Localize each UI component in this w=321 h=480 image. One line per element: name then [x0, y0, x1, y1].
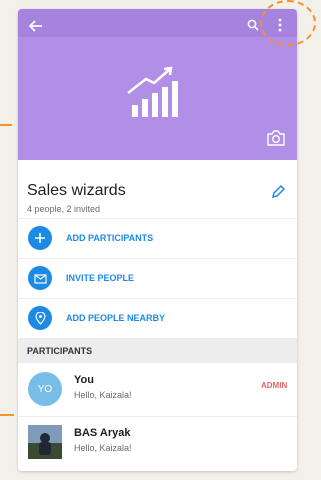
location-pin-icon	[28, 306, 52, 330]
admin-badge: ADMIN	[261, 381, 288, 390]
group-header	[18, 9, 297, 160]
annotation-tick-left-top	[0, 124, 12, 126]
participant-name: BAS Aryak	[74, 427, 131, 439]
participant-row-you[interactable]: YO You Hello, Kaizala! ADMIN	[18, 364, 297, 416]
plus-icon	[28, 226, 52, 250]
group-info-section: Sales wizards 4 people, 2 invited	[18, 160, 297, 218]
camera-icon[interactable]	[266, 129, 286, 147]
add-people-nearby-row[interactable]: ADD PEOPLE NEARBY	[18, 298, 297, 339]
participant-status: Hello, Kaizala!	[74, 443, 132, 453]
group-signal-bars-icon	[124, 65, 184, 121]
app-screen: Sales wizards 4 people, 2 invited ADD PA…	[18, 9, 297, 471]
participants-section-header: PARTICIPANTS	[18, 338, 297, 363]
group-member-count: 4 people, 2 invited	[27, 204, 101, 214]
add-participants-row[interactable]: ADD PARTICIPANTS	[18, 218, 297, 259]
highlight-annotation-circle	[260, 0, 316, 46]
participant-status: Hello, Kaizala!	[74, 390, 132, 400]
participants-heading: PARTICIPANTS	[27, 346, 93, 356]
add-participants-label: ADD PARTICIPANTS	[66, 233, 154, 243]
group-name: Sales wizards	[27, 182, 126, 199]
invite-people-label: INVITE PEOPLE	[66, 273, 135, 283]
avatar: YO	[28, 372, 62, 406]
envelope-icon	[28, 266, 52, 290]
avatar-photo	[28, 425, 62, 459]
edit-pencil-icon[interactable]	[270, 184, 286, 200]
back-arrow-icon[interactable]	[26, 16, 46, 36]
add-people-nearby-label: ADD PEOPLE NEARBY	[66, 313, 166, 323]
invite-people-row[interactable]: INVITE PEOPLE	[18, 258, 297, 299]
avatar-initials: YO	[37, 383, 53, 395]
participant-name: You	[74, 374, 94, 386]
annotation-tick-left-bottom	[0, 414, 14, 416]
participant-row-bas-aryak[interactable]: BAS Aryak Hello, Kaizala!	[18, 417, 297, 469]
